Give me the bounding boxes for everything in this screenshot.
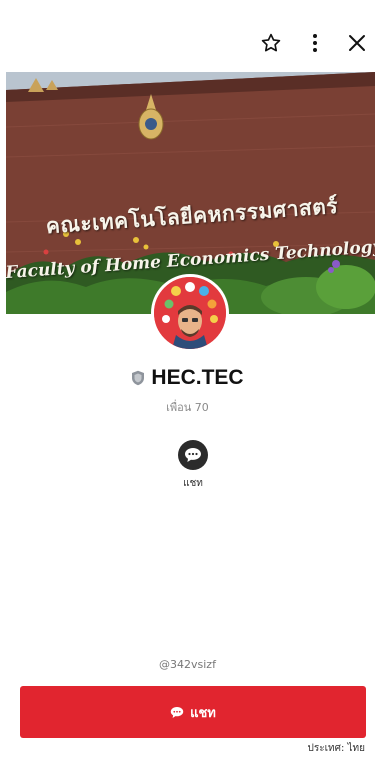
chat-bubble-icon [178, 440, 208, 470]
chat-action-label: แชท [183, 478, 203, 489]
avatar[interactable] [151, 274, 229, 352]
chat-button-label: แชท [190, 705, 216, 721]
country-label: ประเทศ: ไทย [307, 743, 365, 754]
line-id: @342vsizf [159, 658, 216, 671]
chat-action-button[interactable]: แชท [168, 440, 218, 491]
friend-count[interactable]: เพื่อน 70 [0, 398, 375, 416]
profile-name: HEC.TEC [151, 366, 244, 389]
more-vertical-icon [313, 34, 317, 52]
chat-bubble-icon [170, 706, 184, 718]
star-icon [261, 33, 281, 52]
close-icon [349, 35, 365, 51]
favorite-button[interactable] [256, 28, 286, 58]
profile-name-row: HEC.TEC [0, 366, 375, 390]
top-bar [0, 0, 375, 72]
close-button[interactable] [342, 28, 372, 58]
chat-button[interactable]: แชท [20, 686, 366, 738]
more-options-button[interactable] [300, 28, 330, 58]
shield-icon [132, 370, 145, 386]
